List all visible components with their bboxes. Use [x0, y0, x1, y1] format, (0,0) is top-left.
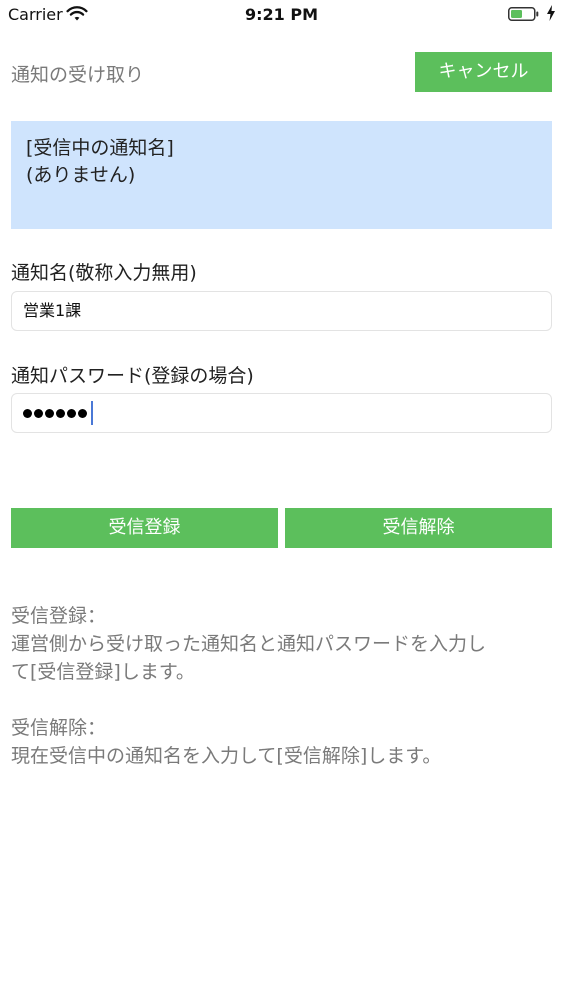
panel-heading: [受信中の通知名] [26, 137, 174, 159]
password-field[interactable] [11, 393, 552, 433]
battery-icon [508, 6, 540, 26]
password-dot [34, 409, 43, 418]
receiving-status-panel: [受信中の通知名] (ありません) [11, 121, 552, 229]
status-time: 9:21 PM [244, 5, 318, 24]
charging-bolt-icon [546, 5, 556, 25]
status-bar: Carrier 9:21 PM [0, 0, 563, 30]
password-dot [23, 409, 32, 418]
register-help: 受信登録： 運営側から受け取った通知名と通知パスワードを入力し て[受信登録]し… [11, 602, 556, 686]
register-button[interactable]: 受信登録 [11, 508, 278, 548]
password-label: 通知パスワード(登録の場合) [11, 365, 254, 387]
register-help-title: 受信登録： [11, 605, 107, 627]
unregister-button[interactable]: 受信解除 [285, 508, 552, 548]
password-dot [56, 409, 65, 418]
register-help-line2: て[受信登録]します。 [11, 661, 195, 683]
password-dot [67, 409, 76, 418]
cancel-button[interactable]: キャンセル [415, 52, 552, 92]
password-dot [78, 409, 87, 418]
text-cursor [91, 401, 93, 425]
notification-name-field[interactable]: 営業1課 [11, 291, 552, 331]
password-dot [45, 409, 54, 418]
password-mask [23, 409, 87, 418]
notification-name-value: 営業1課 [23, 301, 82, 320]
unregister-help-title: 受信解除： [11, 717, 107, 739]
notification-name-label: 通知名(敬称入力無用) [11, 262, 197, 284]
unregister-help-line1: 現在受信中の通知名を入力して[受信解除]します。 [11, 745, 442, 767]
register-help-line1: 運営側から受け取った通知名と通知パスワードを入力し [11, 633, 487, 655]
page-title: 通知の受け取り [11, 64, 145, 86]
panel-status: (ありません) [26, 164, 136, 186]
unregister-help: 受信解除： 現在受信中の通知名を入力して[受信解除]します。 [11, 714, 556, 770]
